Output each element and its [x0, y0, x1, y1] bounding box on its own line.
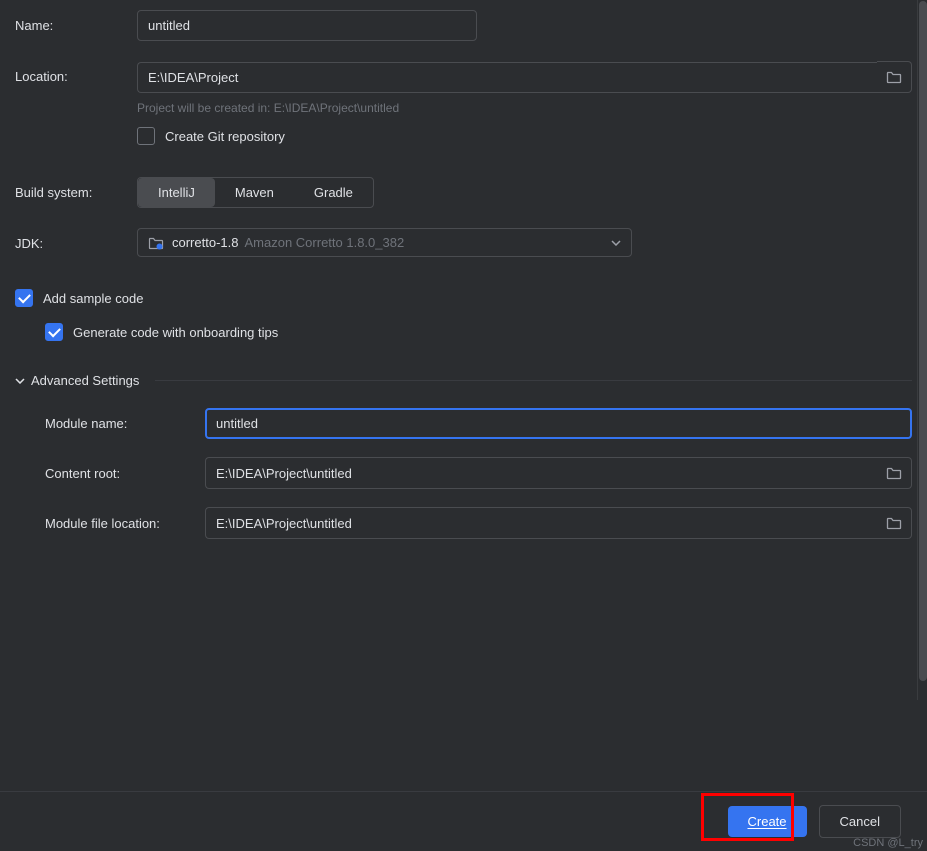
module-name-label: Module name:	[45, 416, 205, 431]
segment-intellij[interactable]: IntelliJ	[138, 178, 215, 207]
location-input[interactable]	[137, 62, 877, 93]
chevron-down-icon	[15, 378, 25, 384]
build-system-segmented: IntelliJ Maven Gradle	[137, 177, 374, 208]
onboarding-checkbox[interactable]	[45, 323, 63, 341]
name-label: Name:	[15, 10, 137, 33]
chevron-down-icon	[611, 240, 621, 246]
build-system-label: Build system:	[15, 177, 137, 200]
location-hint: Project will be created in: E:\IDEA\Proj…	[137, 101, 912, 115]
folder-icon	[886, 466, 902, 480]
advanced-toggle[interactable]: Advanced Settings	[15, 373, 912, 388]
scrollbar-thumb[interactable]	[919, 1, 927, 681]
folder-jdk-icon	[148, 236, 164, 250]
git-label: Create Git repository	[165, 129, 285, 144]
onboarding-label: Generate code with onboarding tips	[73, 325, 278, 340]
scrollbar[interactable]	[917, 0, 927, 700]
module-file-input[interactable]	[205, 507, 877, 539]
sample-code-label: Add sample code	[43, 291, 143, 306]
jdk-label: JDK:	[15, 228, 137, 251]
watermark: CSDN @L_try	[853, 837, 923, 849]
name-input[interactable]	[137, 10, 477, 41]
location-browse-button[interactable]	[877, 61, 912, 93]
folder-icon	[886, 516, 902, 530]
dialog-footer: Create Cancel	[0, 791, 927, 851]
module-name-input[interactable]	[205, 408, 912, 439]
module-file-label: Module file location:	[45, 516, 205, 531]
git-checkbox[interactable]	[137, 127, 155, 145]
segment-gradle[interactable]: Gradle	[294, 178, 373, 207]
module-file-browse-button[interactable]	[877, 507, 912, 539]
jdk-version: corretto-1.8	[172, 235, 238, 250]
location-label: Location:	[15, 61, 137, 84]
content-root-browse-button[interactable]	[877, 457, 912, 489]
content-root-input[interactable]	[205, 457, 877, 489]
create-button[interactable]: Create	[728, 806, 807, 837]
cancel-button[interactable]: Cancel	[819, 805, 901, 838]
segment-maven[interactable]: Maven	[215, 178, 294, 207]
sample-code-checkbox[interactable]	[15, 289, 33, 307]
folder-icon	[886, 70, 902, 84]
advanced-title: Advanced Settings	[31, 373, 139, 388]
jdk-dropdown[interactable]: corretto-1.8 Amazon Corretto 1.8.0_382	[137, 228, 632, 257]
jdk-detail: Amazon Corretto 1.8.0_382	[244, 235, 404, 250]
content-root-label: Content root:	[45, 466, 205, 481]
